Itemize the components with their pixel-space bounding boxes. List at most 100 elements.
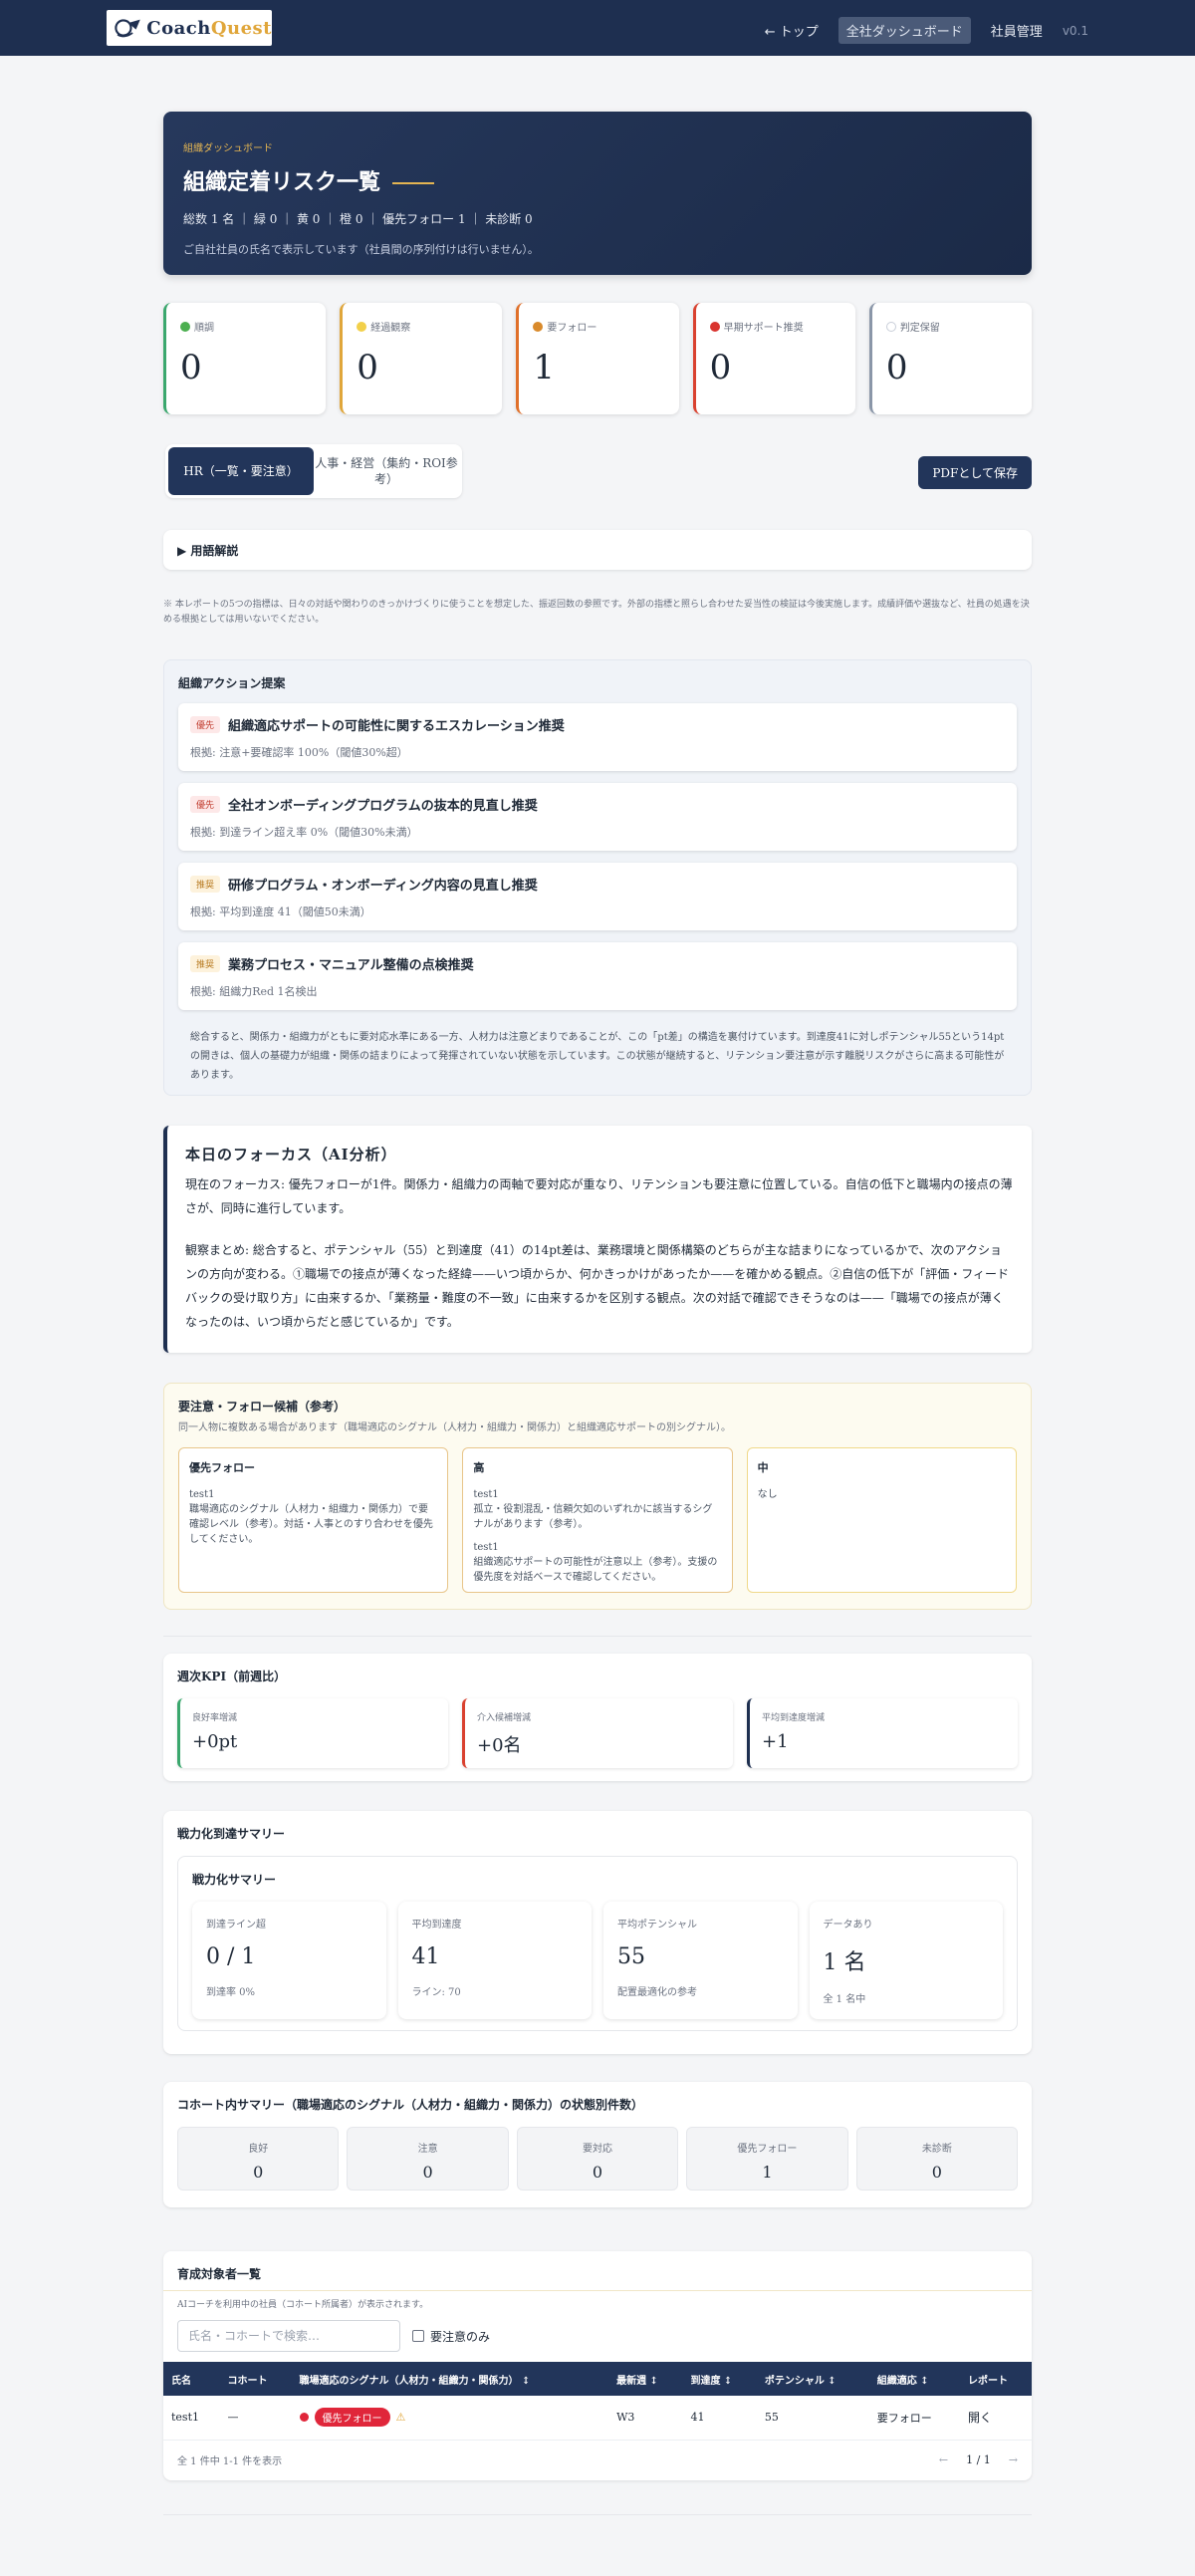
strength-label: 平均到達度	[411, 1920, 462, 1931]
recommend-badge: 推奨	[190, 876, 221, 893]
section-title: 育成対象者一覧	[177, 2267, 262, 2281]
page-indicator: 1 / 1	[966, 2452, 991, 2466]
candidate-text: 孤立・役割混乱・信頼欠如のいずれかに該当するシグナルがあります（参考）。	[473, 1503, 713, 1530]
priority-badge: 優先	[190, 716, 221, 733]
strength-value: 55	[617, 1944, 645, 1969]
view-tabs: HR（一覧・要注意） 人事・経営（集約・ROI参考） PDFとして保存	[163, 444, 1032, 500]
search-input[interactable]	[177, 2320, 400, 2352]
ai-focus-panel: 本日のフォーカス（AI分析） 現在のフォーカス: 優先フォローが1件。関係力・組…	[163, 1126, 1032, 1353]
checkbox[interactable]	[412, 2330, 424, 2342]
column-header[interactable]: 職場適応のシグナル（人材力・組織力・関係力） ↕	[292, 2362, 609, 2396]
cell-week: W3	[608, 2396, 683, 2441]
cohort-label: 注意	[417, 2144, 438, 2155]
table-row[interactable]: test1 — 優先フォロー ⚠ W3 41 55 要フォロー 開く	[163, 2396, 1032, 2441]
column-header[interactable]: 最新週 ↕	[608, 2362, 682, 2396]
kpi-card: 良好率増減 +0pt	[177, 1698, 448, 1768]
next-page-button[interactable]: →	[1009, 2453, 1018, 2466]
cell-reach: 41	[682, 2396, 757, 2441]
focus-title: 本日のフォーカス（AI分析）	[185, 1146, 397, 1163]
action-item[interactable]: 優先 全社オンボーディングプログラムの抜本的見直し推奨 根拠: 到達ライン超え率 …	[178, 783, 1017, 851]
priority-badge: 優先	[190, 796, 221, 813]
action-basis: 根拠: 組織力Red 1名検出	[190, 985, 318, 998]
column-header[interactable]: ポテンシャル ↕	[757, 2362, 869, 2396]
column-header[interactable]: レポート	[960, 2362, 1032, 2396]
open-report-button[interactable]: 開く	[968, 2411, 992, 2425]
top-nav: CoachQuest ← トップ 全社ダッシュボード 社員管理 v0.1	[0, 0, 1195, 56]
strength-card: データあり 1 名 全 1 名中	[809, 1902, 1003, 2019]
signal-badge: 優先フォロー	[314, 2408, 390, 2428]
candidate-text: 組織適応サポートの可能性が注意以上（参考）。支援の優先度を対話ベースで確認してく…	[473, 1556, 718, 1583]
kpi-label: 良好率増減	[192, 1713, 238, 1723]
nav-employees-link[interactable]: 社員管理	[991, 21, 1043, 40]
tab-hr[interactable]: HR（一覧・要注意）	[168, 447, 314, 495]
cohort-value: 0	[592, 2163, 603, 2182]
nav-dashboard-link[interactable]: 全社ダッシュボード	[837, 17, 971, 44]
kpi-card: 平均到達度増減 +1	[747, 1698, 1018, 1768]
subsection-title: 戦力化サマリー	[192, 1873, 277, 1887]
candidate-heading: 高	[473, 1461, 485, 1474]
candidate-box-mid: 中 なし	[746, 1447, 1017, 1593]
divider	[163, 2514, 1032, 2515]
candidate-name[interactable]: test1	[473, 1487, 721, 1502]
prev-page-button[interactable]: ←	[939, 2453, 948, 2466]
follow-candidates-panel: 要注意・フォロー候補（参考） 同一人物に複数ある場合があります（職場適応のシグナ…	[163, 1383, 1032, 1610]
column-header[interactable]: 氏名	[163, 2362, 220, 2396]
focus-paragraph: 観察まとめ: 総合すると、ポテンシャル（55）と到達度（41）の14pt差は、業…	[185, 1243, 1010, 1329]
action-item[interactable]: 推奨 研修プログラム・オンボーディング内容の見直し推奨 根拠: 平均到達度 41（…	[178, 863, 1017, 930]
strength-value: 1 名	[823, 1950, 866, 1975]
candidate-name[interactable]: test1	[189, 1487, 437, 1502]
cohort-label: 要対応	[583, 2144, 613, 2155]
strength-label: 到達ライン超	[206, 1920, 266, 1931]
trainees-table: 氏名 コホート 職場適応のシグナル（人材力・組織力・関係力） ↕ 最新週 ↕ 到…	[163, 2362, 1032, 2441]
green-dot-icon	[180, 321, 190, 332]
save-pdf-button[interactable]: PDFとして保存	[918, 456, 1032, 489]
strength-summary-inner: 戦力化サマリー 到達ライン超 0 / 1 到達率 0% 平均到達度 41 ライン…	[177, 1856, 1018, 2031]
cell-name[interactable]: test1	[163, 2396, 220, 2441]
column-header[interactable]: 組織適応 ↕	[869, 2362, 960, 2396]
kpi-label: 平均到達度増減	[762, 1713, 826, 1723]
title-underline	[392, 182, 435, 184]
candidate-heading: 優先フォロー	[189, 1461, 255, 1474]
cell-signal: 優先フォロー ⚠	[291, 2396, 609, 2441]
action-basis: 根拠: 到達ライン超え率 0%（閾値30%未満）	[190, 826, 418, 839]
focus-paragraph: 現在のフォーカス: 優先フォローが1件。関係力・組織力の両軸で要対応が重なり、リ…	[185, 1177, 1013, 1215]
kpi-value: +1	[762, 1731, 789, 1752]
cohort-value: 1	[762, 2163, 773, 2182]
section-subtitle: AIコーチを利用中の社員（コホート所属者）が表示されます。	[177, 2300, 429, 2310]
strength-value: 41	[411, 1944, 440, 1969]
strength-note: ライン: 70	[411, 1987, 461, 1998]
hero-note: ご自社社員の氏名で表示しています（社員間の序列付けは行いません）。	[183, 243, 539, 256]
tab-exec[interactable]: 人事・経営（集約・ROI参考）	[314, 447, 459, 495]
brand-name: CoachQuest	[146, 17, 272, 39]
version-label: v0.1	[1062, 23, 1088, 38]
cohort-value: 0	[931, 2163, 942, 2182]
status-card-good: 順調 0	[163, 303, 327, 414]
glossary-toggle[interactable]: ▶ 用語解説	[163, 530, 1032, 570]
action-item[interactable]: 推奨 業務プロセス・マニュアル整備の点検推奨 根拠: 組織力Red 1名検出	[178, 942, 1017, 1010]
brand-logo[interactable]: CoachQuest	[107, 10, 272, 46]
status-card-early-support: 早期サポート推奨 0	[692, 303, 855, 414]
strength-label: 平均ポテンシャル	[617, 1920, 697, 1931]
cohort-value: 0	[422, 2163, 433, 2182]
status-cards: 順調 0 経過観察 0 要フォロー 1 早期サポート推奨 0 判定保留 0	[163, 303, 1033, 414]
cohort-label: 良好	[248, 2144, 269, 2155]
action-title: 業務プロセス・マニュアル整備の点検推奨	[228, 958, 474, 973]
cohort-cell: 良好 0	[177, 2127, 340, 2190]
attention-only-filter[interactable]: 要注意のみ	[412, 2328, 490, 2345]
hero-stats: 総数 1 名 ｜ 緑 0 ｜ 黄 0 ｜ 橙 0 ｜ 優先フォロー 1 ｜ 未診…	[183, 212, 533, 226]
column-header[interactable]: 到達度 ↕	[682, 2362, 756, 2396]
status-count: 0	[885, 348, 908, 387]
red-dot-icon	[709, 321, 720, 332]
cohort-value: 0	[253, 2163, 264, 2182]
candidate-box-priority: 優先フォロー test1 職場適応のシグナル（人材力・組織力・関係力）で要確認レ…	[178, 1447, 449, 1593]
weekly-kpi-panel: 週次KPI（前週比） 良好率増減 +0pt 介入候補増減 +0名 平均到達度増減…	[163, 1654, 1032, 1781]
org-actions-panel: 組織アクション提案 優先 組織適応サポートの可能性に関するエスカレーション推奨 根…	[163, 659, 1032, 1096]
candidate-text: 職場適応のシグナル（人材力・組織力・関係力）で要確認レベル（参考）。対話・人事と…	[189, 1503, 433, 1545]
candidate-name[interactable]: test1	[473, 1540, 721, 1555]
action-item[interactable]: 優先 組織適応サポートの可能性に関するエスカレーション推奨 根拠: 注意+要確認率…	[178, 703, 1017, 771]
section-title: 週次KPI（前週比）	[177, 1670, 287, 1683]
orange-dot-icon	[533, 321, 544, 332]
strength-note: 到達率 0%	[206, 1987, 256, 1998]
nav-top-link[interactable]: ← トップ	[765, 21, 819, 40]
column-header[interactable]: コホート	[220, 2362, 292, 2396]
